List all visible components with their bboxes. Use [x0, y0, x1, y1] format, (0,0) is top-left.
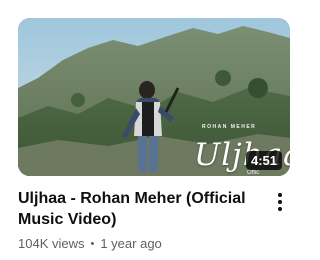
separator-dot: •: [90, 237, 95, 250]
duration-badge: 4:51: [245, 151, 282, 170]
video-thumbnail[interactable]: ROHAN MEHER Uljhaa Offic 4:51: [18, 18, 290, 176]
overlay-subtitle-text: Offic: [247, 170, 260, 176]
overlay-artist-text: ROHAN MEHER: [202, 124, 257, 130]
more-options-button[interactable]: [270, 190, 290, 214]
video-metadata: 104K views • 1 year ago: [18, 236, 162, 251]
view-count: 104K views: [18, 236, 85, 251]
upload-age: 1 year ago: [100, 236, 162, 251]
more-vertical-icon: [278, 193, 282, 211]
video-card[interactable]: ROHAN MEHER Uljhaa Offic 4:51 Uljhaa - R…: [0, 0, 300, 260]
video-title[interactable]: Uljhaa - Rohan Meher (Official Music Vid…: [18, 188, 258, 230]
